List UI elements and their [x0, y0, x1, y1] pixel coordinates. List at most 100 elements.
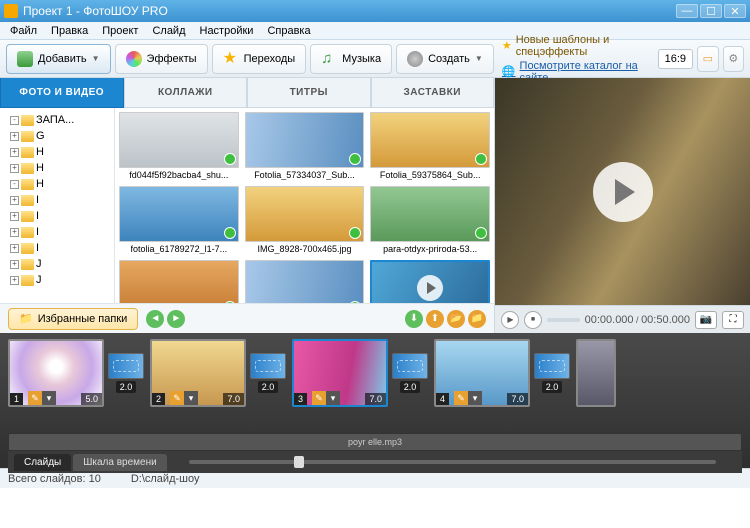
- slide-menu-icon[interactable]: ▾: [42, 391, 56, 405]
- expand-icon[interactable]: -: [10, 180, 19, 189]
- chevron-down-icon: ▼: [475, 54, 483, 63]
- expand-icon[interactable]: +: [10, 228, 19, 237]
- transition-duration[interactable]: 2.0: [542, 381, 563, 393]
- add-button[interactable]: Добавить ▼: [6, 44, 111, 74]
- slide-duration[interactable]: 7.0: [365, 393, 386, 405]
- transitions-button[interactable]: ★ Переходы: [212, 44, 307, 74]
- slide-menu-icon[interactable]: ▾: [326, 391, 340, 405]
- screenshot-button[interactable]: ▭: [697, 46, 718, 72]
- transition-thumb[interactable]: [534, 353, 570, 379]
- expand-icon[interactable]: +: [10, 276, 19, 285]
- tree-row[interactable]: +G: [2, 128, 112, 144]
- preview-play-button[interactable]: [593, 162, 653, 222]
- transition-thumb[interactable]: [392, 353, 428, 379]
- timeline-panel: 1✎▾5.02.02✎▾7.02.03✎▾7.02.04✎▾7.02.0 poy…: [0, 333, 750, 468]
- tree-row[interactable]: -H: [2, 176, 112, 192]
- menu-slide[interactable]: Слайд: [146, 23, 191, 39]
- nav-fwd-button[interactable]: ►: [167, 310, 185, 328]
- tree-row[interactable]: -ЗАПА...: [2, 112, 112, 128]
- play-button[interactable]: ▶: [501, 311, 519, 329]
- close-button[interactable]: ✕: [724, 4, 746, 18]
- menu-file[interactable]: Файл: [4, 23, 43, 39]
- zoom-slider[interactable]: [169, 460, 736, 464]
- tab-collages[interactable]: КОЛЛАЖИ: [124, 78, 248, 108]
- slide-menu-icon[interactable]: ▾: [468, 391, 482, 405]
- effects-button[interactable]: Эффекты: [115, 44, 208, 74]
- tree-row[interactable]: +I: [2, 240, 112, 256]
- thumbnail[interactable]: photodune-5636213-7...: [119, 260, 239, 303]
- menu-edit[interactable]: Правка: [45, 23, 94, 39]
- menu-settings[interactable]: Настройки: [194, 23, 260, 39]
- music-button[interactable]: ♫ Музыка: [310, 44, 392, 74]
- menu-help[interactable]: Справка: [261, 23, 316, 39]
- titlebar: Проект 1 - ФотоШОУ PRO — ☐ ✕: [0, 0, 750, 22]
- seek-bar[interactable]: [547, 318, 580, 322]
- expand-icon[interactable]: +: [10, 244, 19, 253]
- timeline-slide[interactable]: [576, 339, 616, 407]
- up-folder-button[interactable]: ⬆: [426, 310, 444, 328]
- slide-duration[interactable]: 7.0: [507, 393, 528, 405]
- timeline-slide[interactable]: 3✎▾7.0: [292, 339, 388, 407]
- thumbnail[interactable]: fd044f5f92bacba4_shu...: [119, 112, 239, 180]
- favorites-button[interactable]: 📁 Избранные папки: [8, 308, 138, 330]
- transition-duration[interactable]: 2.0: [116, 381, 137, 393]
- edit-slide-icon[interactable]: ✎: [312, 391, 326, 405]
- tree-row[interactable]: +H: [2, 160, 112, 176]
- expand-icon[interactable]: -: [10, 116, 19, 125]
- aspect-ratio-selector[interactable]: 16:9: [658, 49, 693, 69]
- thumbnail[interactable]: IMG_8928-700x465.jpg: [245, 186, 365, 254]
- settings-button[interactable]: ⚙: [723, 46, 744, 72]
- expand-icon[interactable]: +: [10, 132, 19, 141]
- timeline-slide[interactable]: 1✎▾5.0: [8, 339, 104, 407]
- tab-titles[interactable]: ТИТРЫ: [247, 78, 371, 108]
- menu-project[interactable]: Проект: [96, 23, 144, 39]
- expand-icon[interactable]: +: [10, 196, 19, 205]
- tab-splash[interactable]: ЗАСТАВКИ: [371, 78, 495, 108]
- tree-row[interactable]: +I: [2, 192, 112, 208]
- audio-track[interactable]: poyr elle.mp3: [8, 433, 742, 451]
- edit-slide-icon[interactable]: ✎: [28, 391, 42, 405]
- maximize-button[interactable]: ☐: [700, 4, 722, 18]
- tree-row[interactable]: +I: [2, 208, 112, 224]
- timeline-slide[interactable]: 4✎▾7.0: [434, 339, 530, 407]
- tree-row[interactable]: +J: [2, 272, 112, 288]
- tree-row[interactable]: +H: [2, 144, 112, 160]
- stop-button[interactable]: ■: [524, 311, 542, 329]
- expand-icon[interactable]: +: [10, 260, 19, 269]
- fullscreen-button[interactable]: ⛶: [722, 311, 744, 329]
- edit-slide-icon[interactable]: ✎: [170, 391, 184, 405]
- tree-row[interactable]: +I: [2, 224, 112, 240]
- slide-strip[interactable]: 1✎▾5.02.02✎▾7.02.03✎▾7.02.04✎▾7.02.0: [8, 339, 742, 431]
- timeline-slide[interactable]: 2✎▾7.0: [150, 339, 246, 407]
- slide-duration[interactable]: 7.0: [223, 393, 244, 405]
- thumbnail[interactable]: Fotolia_59375864_Sub...: [370, 112, 490, 180]
- create-button[interactable]: Создать ▼: [396, 44, 494, 74]
- tree-row[interactable]: +J: [2, 256, 112, 272]
- transition-thumb[interactable]: [108, 353, 144, 379]
- thumbnail[interactable]: para-otdyx-priroda-53...: [370, 186, 490, 254]
- folder-tree[interactable]: -ЗАПА...+G+H+H-H+I+I+I+I+J+J: [0, 108, 115, 303]
- slide-menu-icon[interactable]: ▾: [184, 391, 198, 405]
- expand-icon[interactable]: +: [10, 164, 19, 173]
- slide-duration[interactable]: 5.0: [81, 393, 102, 405]
- thumbnail[interactable]: видео.mp4: [370, 260, 490, 303]
- transition-duration[interactable]: 2.0: [400, 381, 421, 393]
- transition-duration[interactable]: 2.0: [258, 381, 279, 393]
- tab-photo-video[interactable]: ФОТО И ВИДЕО: [0, 78, 124, 108]
- tl-tab-slides[interactable]: Слайды: [14, 454, 71, 471]
- edit-slide-icon[interactable]: ✎: [454, 391, 468, 405]
- minimize-button[interactable]: —: [676, 4, 698, 18]
- thumbnail[interactable]: Fotolia_57334037_Sub...: [245, 112, 365, 180]
- thumbnail[interactable]: shutterstock_152875...: [245, 260, 365, 303]
- add-folder-button[interactable]: 📁: [468, 310, 486, 328]
- import-button[interactable]: ⬇: [405, 310, 423, 328]
- transition-thumb[interactable]: [250, 353, 286, 379]
- snapshot-button[interactable]: 📷: [695, 311, 717, 329]
- zoom-thumb[interactable]: [294, 456, 304, 468]
- nav-back-button[interactable]: ◄: [146, 310, 164, 328]
- open-folder-button[interactable]: 📂: [447, 310, 465, 328]
- expand-icon[interactable]: +: [10, 148, 19, 157]
- thumbnail[interactable]: fotolia_61789272_l1-7...: [119, 186, 239, 254]
- tl-tab-timeline[interactable]: Шкала времени: [73, 454, 166, 471]
- expand-icon[interactable]: +: [10, 212, 19, 221]
